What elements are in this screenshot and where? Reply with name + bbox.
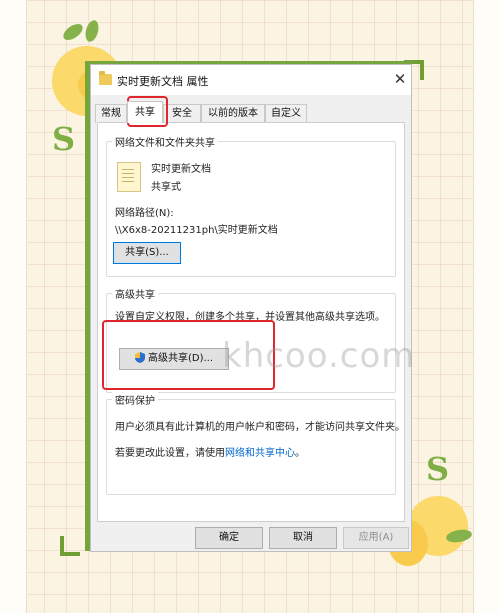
advanced-sharing-button-label: 高级共享(D)... bbox=[147, 353, 214, 364]
hint-prefix: 若要更改此设置，请使用 bbox=[115, 448, 225, 459]
tab-security[interactable]: 安全 bbox=[163, 104, 201, 123]
tab-previous-versions[interactable]: 以前的版本 bbox=[201, 104, 265, 123]
window-title: 实时更新文档 属性 bbox=[117, 75, 209, 88]
s-decoration: S bbox=[52, 120, 76, 158]
uac-shield-icon bbox=[134, 352, 145, 363]
share-button[interactable]: 共享(S)... bbox=[113, 242, 181, 264]
tab-sharing[interactable]: 共享 bbox=[127, 101, 163, 123]
left-edge-strip bbox=[0, 0, 27, 613]
group-title: 网络文件和文件夹共享 bbox=[112, 134, 218, 149]
advanced-sharing-description: 设置自定义权限，创建多个共享，并设置其他高级共享选项。 bbox=[115, 312, 385, 323]
sharing-tab-panel: 网络文件和文件夹共享 实时更新文档 共享式 网络路径(N): \\X6x8-20… bbox=[97, 122, 405, 522]
password-protection-description: 用户必须具有此计算机的用户帐户和密码，才能访问共享文件夹。 bbox=[115, 422, 405, 433]
shared-item-name: 实时更新文档 bbox=[151, 164, 211, 175]
advanced-sharing-button[interactable]: 高级共享(D)... bbox=[119, 348, 229, 370]
group-title: 高级共享 bbox=[112, 286, 158, 301]
corner-bracket-decoration bbox=[60, 536, 80, 556]
document-icon bbox=[117, 162, 141, 192]
s-decoration: S bbox=[426, 450, 450, 488]
tab-customize[interactable]: 自定义 bbox=[265, 104, 307, 123]
watermark: khcoo.com bbox=[222, 336, 416, 376]
password-protection-hint: 若要更改此设置，请使用网络和共享中心。 bbox=[115, 444, 305, 459]
close-icon[interactable]: ✕ bbox=[391, 70, 409, 88]
hint-suffix: 。 bbox=[295, 448, 305, 459]
password-protection-group: 密码保护 用户必须具有此计算机的用户帐户和密码，才能访问共享文件夹。 若要更改此… bbox=[106, 392, 405, 495]
right-edge-strip bbox=[473, 0, 500, 613]
leaf-decoration bbox=[60, 20, 86, 44]
apply-button[interactable]: 应用(A) bbox=[343, 527, 409, 549]
folder-icon bbox=[99, 71, 112, 85]
title-bar: 实时更新文档 属性 ✕ bbox=[91, 65, 411, 95]
properties-dialog: 实时更新文档 属性 ✕ 常规 共享 安全 以前的版本 自定义 网络文件和文件夹共… bbox=[90, 64, 412, 552]
network-path-value: \\X6x8-20211231ph\实时更新文档 bbox=[115, 225, 278, 236]
network-path-label: 网络路径(N): bbox=[115, 208, 174, 219]
group-title: 密码保护 bbox=[112, 392, 158, 407]
shared-item-status: 共享式 bbox=[151, 182, 181, 193]
tab-general[interactable]: 常规 bbox=[95, 104, 127, 123]
leaf-decoration bbox=[83, 18, 101, 44]
cancel-button[interactable]: 取消 bbox=[269, 527, 337, 549]
ok-button[interactable]: 确定 bbox=[195, 527, 263, 549]
network-sharing-group: 网络文件和文件夹共享 实时更新文档 共享式 网络路径(N): \\X6x8-20… bbox=[106, 134, 396, 277]
network-sharing-center-link[interactable]: 网络和共享中心 bbox=[225, 448, 295, 459]
